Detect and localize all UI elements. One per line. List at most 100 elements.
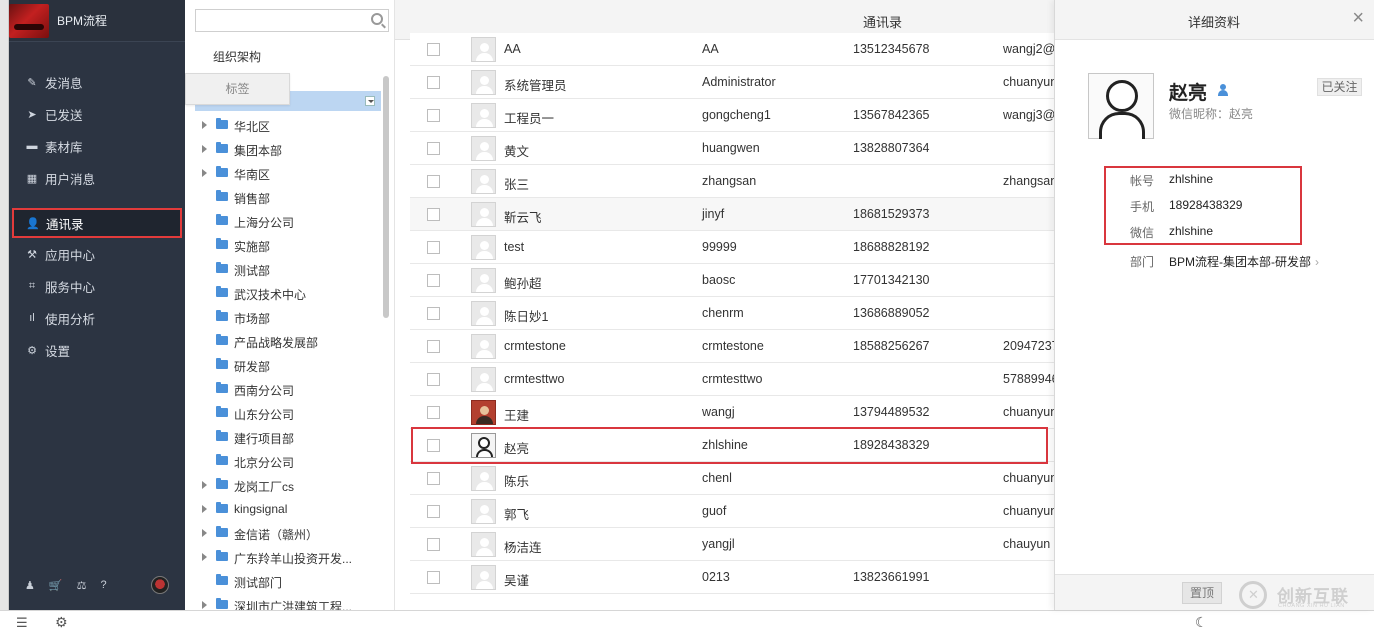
contact-name: 系统管理员 xyxy=(504,79,567,93)
tree-scrollbar[interactable] xyxy=(383,76,389,318)
tree-node[interactable]: 销售部 xyxy=(185,185,385,209)
tree-node[interactable]: 华南区 xyxy=(185,161,385,185)
settings-icon[interactable]: ⚙ xyxy=(55,614,68,631)
tree-node[interactable]: kingsignal xyxy=(185,497,385,521)
contact-avatar xyxy=(471,466,496,491)
table-row[interactable]: 陈日妙1 chenrm 13686889052 xyxy=(410,297,1055,330)
row-checkbox[interactable] xyxy=(427,307,440,320)
tree-node[interactable]: 集团本部 xyxy=(185,137,385,161)
row-checkbox[interactable] xyxy=(427,175,440,188)
table-row[interactable]: 靳云飞 jinyf 18681529373 xyxy=(410,198,1055,231)
contact-name: 吴谨 xyxy=(504,574,530,588)
table-row[interactable]: AA AA 13512345678 wangj2@ xyxy=(410,33,1055,66)
row-checkbox[interactable] xyxy=(427,241,440,254)
contact-avatar xyxy=(471,532,496,557)
close-icon[interactable]: × xyxy=(1352,8,1364,28)
tree-node[interactable]: 研发部 xyxy=(185,353,385,377)
table-row[interactable]: 张三 zhangsan zhangsan xyxy=(410,165,1055,198)
tree-node-label: 测试部门 xyxy=(234,576,283,590)
tree-node[interactable]: 建行项目部 xyxy=(185,425,385,449)
moon-icon[interactable]: ☾ xyxy=(1195,614,1208,631)
nav-settings[interactable]: ⚙ 设置 xyxy=(9,334,185,366)
tab-tags[interactable]: 标签 xyxy=(185,73,290,105)
nav-app-center[interactable]: ⚒ 应用中心 xyxy=(9,238,185,270)
nav-send-message[interactable]: ✎ 发消息 xyxy=(9,66,185,98)
expand-arrow-icon[interactable] xyxy=(202,505,207,513)
tree-node[interactable]: 山东分公司 xyxy=(185,401,385,425)
tree-node[interactable]: 广东羚羊山投资开发... xyxy=(185,545,385,569)
help-icon[interactable]: ? xyxy=(100,579,106,591)
nav-materials[interactable]: ▬ 素材库 xyxy=(9,130,185,162)
row-checkbox[interactable] xyxy=(427,472,440,485)
tree-node[interactable]: 测试部 xyxy=(185,257,385,281)
table-row[interactable]: 郭飞 guof chuanyun xyxy=(410,495,1055,528)
nav-contacts[interactable]: 👤 通讯录 xyxy=(12,208,182,238)
tree-node[interactable]: 华北区 xyxy=(185,113,385,137)
tab-org-structure[interactable]: 组织架构 xyxy=(213,48,261,65)
row-checkbox[interactable] xyxy=(427,505,440,518)
table-row[interactable]: 陈乐 chenl chuanyun xyxy=(410,462,1055,495)
row-checkbox[interactable] xyxy=(427,538,440,551)
row-checkbox[interactable] xyxy=(427,439,440,452)
fields-highlight xyxy=(1104,166,1302,245)
tree-node[interactable]: 北京分公司 xyxy=(185,449,385,473)
tree-node[interactable]: 武汉技术中心 xyxy=(185,281,385,305)
tree-node[interactable]: 实施部 xyxy=(185,233,385,257)
row-checkbox[interactable] xyxy=(427,43,440,56)
table-row[interactable]: 工程员一 gongcheng1 13567842365 wangj3@ xyxy=(410,99,1055,132)
nav-analytics[interactable]: ıl 使用分析 xyxy=(9,302,185,334)
table-row[interactable]: 赵亮 zhlshine 18928438329 xyxy=(410,429,1055,462)
user-avatar[interactable] xyxy=(151,576,169,594)
table-row[interactable]: 鲍孙超 baosc 17701342130 xyxy=(410,264,1055,297)
row-checkbox[interactable] xyxy=(427,274,440,287)
person-icon[interactable]: ♟ xyxy=(25,579,35,592)
tree-node[interactable]: 测试部门 xyxy=(185,569,385,593)
row-checkbox[interactable] xyxy=(427,571,440,584)
row-checkbox[interactable] xyxy=(427,406,440,419)
menu-icon[interactable]: ☰ xyxy=(16,615,28,631)
contact-phone: 13512345678 xyxy=(853,42,930,56)
contact-phone: 18681529373 xyxy=(853,207,930,221)
nav-user-messages[interactable]: ▦ 用户消息 xyxy=(9,162,185,194)
nav-sent[interactable]: ➤ 已发送 xyxy=(9,98,185,130)
avatar-body xyxy=(476,515,493,523)
dropdown-icon[interactable] xyxy=(365,96,375,106)
table-row[interactable]: 杨洁连 yangjl chauyun xyxy=(410,528,1055,561)
expand-arrow-icon[interactable] xyxy=(202,145,207,153)
scale-icon[interactable]: ⚖ xyxy=(77,579,87,592)
table-row[interactable]: test 99999 18688828192 xyxy=(410,231,1055,264)
row-checkbox[interactable] xyxy=(427,373,440,386)
expand-arrow-icon[interactable] xyxy=(202,601,207,609)
expand-arrow-icon[interactable] xyxy=(202,169,207,177)
search-icon[interactable] xyxy=(371,13,383,25)
contact-account: chenl xyxy=(702,471,732,485)
tree-node[interactable]: 龙岗工厂cs xyxy=(185,473,385,497)
table-row[interactable]: crmtestone crmtestone 18588256267 20947237 xyxy=(410,330,1055,363)
tree-node[interactable]: 市场部 xyxy=(185,305,385,329)
tree-node[interactable]: 产品战略发展部 xyxy=(185,329,385,353)
table-row[interactable]: 系统管理员 Administrator chuanyun xyxy=(410,66,1055,99)
row-checkbox[interactable] xyxy=(427,340,440,353)
table-row[interactable]: 吴谨 0213 13823661991 xyxy=(410,561,1055,594)
search-input[interactable] xyxy=(195,9,389,32)
nav-service-center[interactable]: ⌗ 服务中心 xyxy=(9,270,185,302)
row-checkbox[interactable] xyxy=(427,109,440,122)
expand-arrow-icon[interactable] xyxy=(202,553,207,561)
expand-arrow-icon[interactable] xyxy=(202,529,207,537)
row-checkbox[interactable] xyxy=(427,208,440,221)
table-row[interactable]: 王建 wangj 13794489532 chuanyun xyxy=(410,396,1055,429)
pin-button[interactable]: 置顶 xyxy=(1182,582,1222,604)
table-row[interactable]: crmtesttwo crmtesttwo 57889946 xyxy=(410,363,1055,396)
table-row[interactable]: 黄文 huangwen 13828807364 xyxy=(410,132,1055,165)
cart-icon[interactable]: 🛒 xyxy=(49,579,63,592)
org-tree-list: 华北区 集团本部 华南区 销售部 上海分公司 实施部 测试部 武汉技术中心 市场部 产品战略发展部… xyxy=(185,113,385,617)
follow-badge[interactable]: 已关注 xyxy=(1317,78,1362,96)
expand-arrow-icon[interactable] xyxy=(202,121,207,129)
tree-node[interactable]: 西南分公司 xyxy=(185,377,385,401)
row-checkbox[interactable] xyxy=(427,76,440,89)
tree-node[interactable]: 金信诺（赣州） xyxy=(185,521,385,545)
expand-arrow-icon[interactable] xyxy=(202,481,207,489)
contact-email: chuanyun xyxy=(1003,75,1055,89)
row-checkbox[interactable] xyxy=(427,142,440,155)
tree-node[interactable]: 上海分公司 xyxy=(185,209,385,233)
